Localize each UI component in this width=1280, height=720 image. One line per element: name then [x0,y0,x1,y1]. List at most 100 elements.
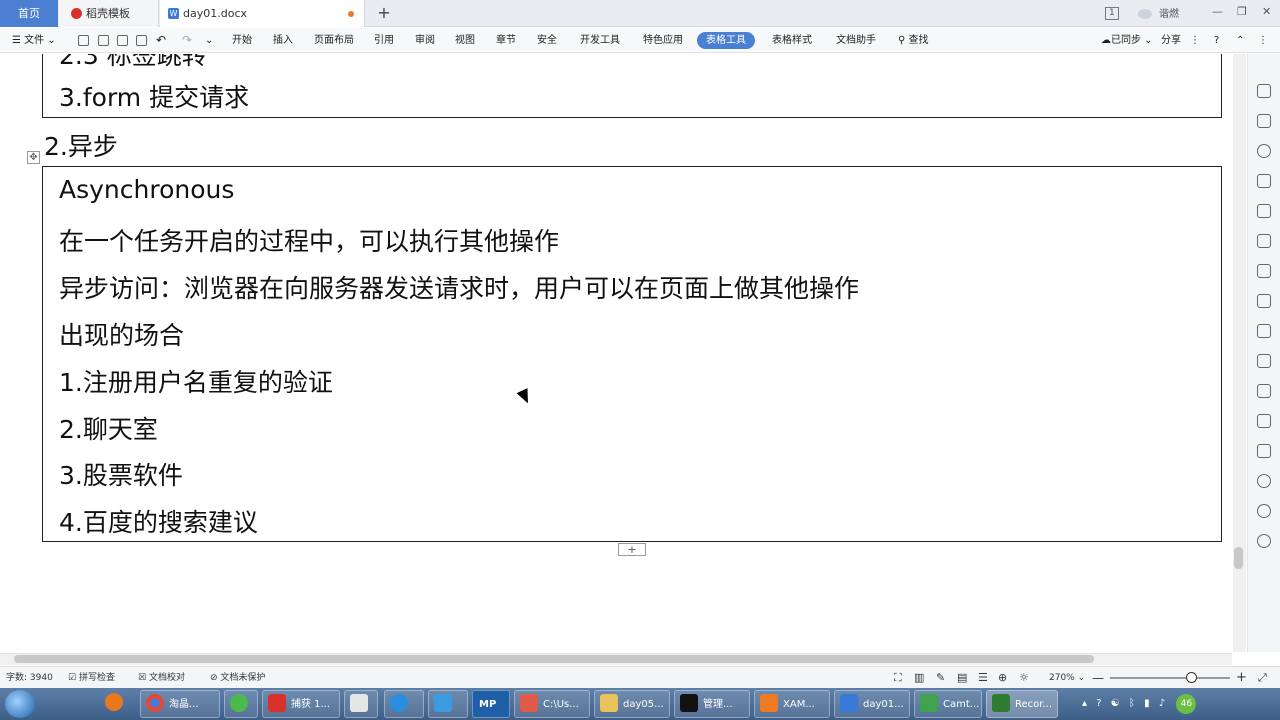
taskbar-item-browser[interactable]: 淘晶... [140,690,220,718]
menu-doc-assistant[interactable]: 文档助手 [836,28,876,53]
search-app-icon[interactable] [100,690,134,718]
avatar[interactable] [1138,9,1152,19]
taskbar-item-recorder[interactable]: Recor... [986,690,1058,718]
share-button[interactable]: 分享 [1161,28,1181,53]
page-view-icon[interactable]: ▤ [957,667,967,689]
write-mode-icon[interactable]: ✎ [936,667,945,689]
apps-grid-icon[interactable] [1257,234,1271,248]
file-menu[interactable]: ☰ 文件 ⌄ [12,28,56,53]
menu-dev-tools[interactable]: 开发工具 [580,28,620,53]
share-out-icon[interactable] [1257,354,1271,368]
print-preview-icon[interactable] [136,35,147,46]
taskbar-item-day01[interactable]: day01... [834,690,910,718]
network-icon[interactable]: ▮ [1144,698,1150,709]
redo-icon[interactable]: ↷ [182,28,192,53]
mp-app-icon: MP [479,699,497,710]
close-icon[interactable]: ✕ [1262,5,1271,18]
print-icon[interactable] [117,35,128,46]
tab-document[interactable]: Wday01.docx [160,0,365,27]
image-icon[interactable] [1257,444,1271,458]
restore-icon[interactable]: ❐ [1237,5,1247,18]
zoom-out-button[interactable]: — [1092,667,1104,689]
add-table-row-button[interactable]: + [618,543,646,556]
menu-review[interactable]: 审阅 [415,28,435,53]
zoom-in-button[interactable]: + [1236,667,1247,689]
vertical-scroll-thumb[interactable] [1234,547,1243,569]
save-icon[interactable] [78,35,89,46]
help-icon[interactable]: ? [1214,28,1219,53]
menu-start[interactable]: 开始 [232,28,252,53]
fullscreen-icon[interactable]: ⛶ [894,667,902,689]
tray-arrow-icon[interactable]: ▴ [1082,698,1087,709]
taskbar-item-share[interactable] [384,690,424,718]
tab-template[interactable]: 稻壳模板 [59,0,159,27]
zoom-level[interactable]: 270% ⌄ [1049,667,1085,689]
taskbar-item-xampp[interactable]: XAM... [754,690,830,718]
tray-counter-badge[interactable]: 46 [1176,694,1197,714]
zoom-slider-knob[interactable] [1186,672,1197,683]
zoom-slider[interactable] [1110,677,1230,679]
tray-help-icon[interactable]: ? [1096,698,1101,709]
fit-window-icon[interactable]: ⤢ [1258,667,1267,689]
taskbar-item-cmd[interactable]: 管理... [674,690,750,718]
quick-access-more-icon[interactable]: ⌄ [205,28,213,53]
volume-icon[interactable]: ♪ [1159,698,1165,709]
taskbar-item-mp[interactable]: MP [472,690,510,718]
taskbar-item-bird[interactable] [428,690,468,718]
minimize-icon[interactable]: — [1212,5,1223,18]
copy-icon[interactable] [1257,324,1271,338]
taskbar-item-capture[interactable]: 捕获 1... [262,690,340,718]
taskbar-item-calculator[interactable] [344,690,378,718]
start-button[interactable] [5,690,35,718]
settings-sliders-icon[interactable] [1257,294,1271,308]
doc-line: 1.注册用户名重复的验证 [59,368,333,397]
translate-icon[interactable] [1257,384,1271,398]
shape-icon[interactable] [1257,174,1271,188]
menu-table-style[interactable]: 表格样式 [772,28,812,53]
tab-document-label: day01.docx [183,7,247,20]
archive-icon[interactable] [1257,414,1271,428]
undo-icon[interactable]: ↶ [156,28,166,53]
taskbar-item-camtasia[interactable]: Camt... [914,690,982,718]
taskbar-item-folder-path[interactable]: C:\Us... [514,690,590,718]
tab-home[interactable]: 首页 [0,0,58,27]
location-icon[interactable] [1257,144,1271,158]
eye-care-icon[interactable]: ☼ [1019,667,1029,689]
document-canvas[interactable]: 2.3 标签跳转 3.form 提交请求 2.异步 ✥ Asynchronous… [0,54,1232,652]
reading-mode-icon[interactable]: ▥ [914,667,924,689]
menu-chapter[interactable]: 章节 [496,28,516,53]
collapse-ribbon-icon[interactable]: ⌃ [1236,28,1244,53]
pen-icon[interactable] [1257,84,1271,98]
menu-table-tools[interactable]: 表格工具 [697,32,755,49]
help-circle-icon[interactable] [1257,534,1271,548]
spell-check-button[interactable]: ☑ 拼写检查 [68,667,115,689]
search-button[interactable]: ⚲ 查找 [898,28,929,53]
export-pdf-icon[interactable] [98,35,109,46]
menu-reference[interactable]: 引用 [374,28,394,53]
shield-icon[interactable] [1257,474,1271,488]
doc-protect-button[interactable]: ⊘ 文档未保护 [210,667,265,689]
history-icon[interactable] [1257,504,1271,518]
word-count[interactable]: 字数: 3940 [6,667,53,689]
menu-security[interactable]: 安全 [537,28,557,53]
web-view-icon[interactable]: ⊕ [998,667,1007,689]
menu-view[interactable]: 视图 [455,28,475,53]
new-tab-button[interactable]: + [374,0,394,27]
menu-page-layout[interactable]: 页面布局 [314,28,354,53]
taskbar-item-refresh[interactable] [224,690,258,718]
taskbar-item-day05[interactable]: day05... [594,690,670,718]
doc-proof-button[interactable]: ☒ 文档校对 [138,667,185,689]
menu-special-apps[interactable]: 特色应用 [643,28,683,53]
more-options-icon[interactable]: ⋮ [1190,28,1200,53]
menu-insert[interactable]: 插入 [273,28,293,53]
tray-app-icon[interactable]: ☯ [1111,698,1120,709]
outline-view-icon[interactable]: ☰ [978,667,988,689]
horizontal-scroll-thumb[interactable] [14,655,1094,663]
table-move-handle-icon[interactable]: ✥ [27,151,40,164]
chart-icon[interactable] [1257,264,1271,278]
ribbon-overflow-icon[interactable]: ⋮ [1258,28,1268,53]
select-cursor-icon[interactable] [1257,114,1271,128]
sync-status[interactable]: ☁已同步 ⌄ [1101,28,1153,53]
bluetooth-icon[interactable]: ᛒ [1129,698,1135,709]
table-icon[interactable] [1257,204,1271,218]
